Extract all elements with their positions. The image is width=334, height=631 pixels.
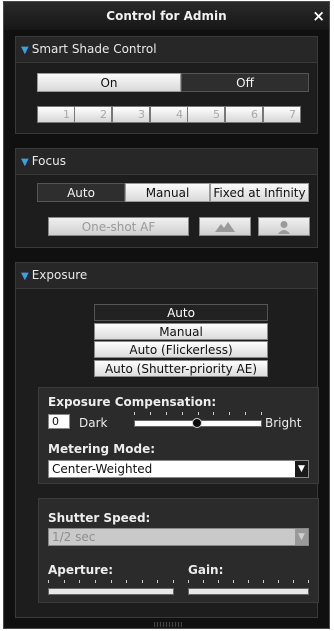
- slider-tick: [126, 580, 127, 583]
- focus-title: Focus: [31, 154, 66, 168]
- slider-tick: [245, 412, 246, 415]
- gain-slider-track[interactable]: [188, 588, 309, 595]
- aperture-slider-track[interactable]: [48, 588, 174, 595]
- shade-level-7-button[interactable]: 7: [263, 106, 301, 123]
- exposure-compensation-value[interactable]: 0: [48, 414, 70, 429]
- slider-tick: [95, 580, 96, 583]
- exposure-title: Exposure: [31, 268, 88, 282]
- slider-tick: [166, 412, 167, 415]
- slider-tick: [64, 580, 65, 583]
- landscape-button[interactable]: [199, 217, 251, 236]
- slider-tick: [261, 412, 262, 415]
- slider-tick: [213, 412, 214, 415]
- focus-header[interactable]: ▼ Focus: [16, 149, 317, 175]
- slider-tick: [229, 412, 230, 415]
- oneshot-af-button[interactable]: One-shot AF: [48, 217, 189, 236]
- slider-tick: [278, 580, 279, 583]
- exposure-auto-button[interactable]: Auto: [94, 304, 268, 321]
- aperture-ticks: [48, 580, 174, 584]
- collapse-triangle-icon[interactable]: ▼: [21, 157, 29, 168]
- slider-tick: [182, 412, 183, 415]
- focus-auto-button[interactable]: Auto: [37, 183, 125, 202]
- metering-mode-select[interactable]: Center-Weighted ▼: [48, 460, 309, 478]
- slider-tick: [134, 412, 135, 415]
- admin-control-panel: Control for Admin × ▼ Smart Shade Control…: [3, 1, 330, 629]
- gain-ticks: [188, 580, 309, 584]
- metering-mode-label: Metering Mode:: [48, 442, 156, 456]
- shade-on-button[interactable]: On: [37, 73, 181, 92]
- shade-level-4-button[interactable]: 4: [150, 106, 188, 123]
- slider-tick: [79, 580, 80, 583]
- exposure-manual-button[interactable]: Manual: [94, 323, 268, 340]
- shutter-speed-label: Shutter Speed:: [48, 511, 151, 525]
- shade-level-2-button[interactable]: 2: [74, 106, 112, 123]
- shade-level-6-button[interactable]: 6: [225, 106, 263, 123]
- slider-tick: [142, 580, 143, 583]
- resize-grip[interactable]: [154, 622, 182, 627]
- focus-infinity-button[interactable]: Fixed at Infinity: [210, 183, 309, 202]
- landscape-icon: [215, 222, 235, 232]
- slider-tick: [308, 580, 309, 583]
- close-icon[interactable]: ×: [312, 2, 325, 30]
- smart-shade-title: Smart Shade Control: [31, 42, 157, 56]
- slider-tick: [233, 580, 234, 583]
- portrait-icon: [278, 221, 290, 234]
- exposure-header[interactable]: ▼ Exposure: [16, 263, 317, 289]
- slider-tick: [150, 412, 151, 415]
- metering-mode-value: Center-Weighted: [52, 462, 153, 476]
- collapse-triangle-icon[interactable]: ▼: [21, 45, 29, 56]
- shade-level-1-button[interactable]: 1: [37, 106, 75, 123]
- chevron-down-icon[interactable]: ▼: [295, 461, 308, 477]
- slider-tick: [157, 580, 158, 583]
- exposure-shutter-priority-button[interactable]: Auto (Shutter-priority AE): [94, 360, 268, 377]
- slider-tick: [173, 580, 174, 583]
- exposure-flickerless-button[interactable]: Auto (Flickerless): [94, 341, 268, 358]
- shade-level-5-button[interactable]: 5: [187, 106, 225, 123]
- slider-tick: [198, 412, 199, 415]
- shutter-speed-select[interactable]: 1/2 sec ▼: [48, 528, 309, 546]
- slider-tick: [188, 580, 189, 583]
- compensation-ticks: [134, 412, 262, 416]
- slider-tick: [218, 580, 219, 583]
- smart-shade-header[interactable]: ▼ Smart Shade Control: [16, 37, 317, 63]
- compensation-slider-knob[interactable]: [192, 418, 202, 428]
- focus-manual-button[interactable]: Manual: [125, 183, 210, 202]
- portrait-button[interactable]: [258, 217, 310, 236]
- window-title: Control for Admin: [106, 9, 227, 23]
- slider-tick: [111, 580, 112, 583]
- shade-level-3-button[interactable]: 3: [112, 106, 150, 123]
- slider-tick: [48, 580, 49, 583]
- slider-tick: [293, 580, 294, 583]
- collapse-triangle-icon[interactable]: ▼: [21, 271, 29, 282]
- shade-off-button[interactable]: Off: [181, 73, 309, 92]
- slider-tick: [248, 580, 249, 583]
- chevron-down-icon[interactable]: ▼: [295, 529, 308, 545]
- gain-label: Gain:: [188, 563, 224, 577]
- dark-label: Dark: [79, 416, 108, 430]
- exposure-compensation-label: Exposure Compensation:: [48, 395, 217, 409]
- slider-tick: [203, 580, 204, 583]
- bright-label: Bright: [265, 416, 302, 430]
- shutter-speed-value: 1/2 sec: [52, 530, 96, 544]
- titlebar: Control for Admin ×: [4, 2, 329, 30]
- slider-tick: [263, 580, 264, 583]
- aperture-label: Aperture:: [48, 563, 114, 577]
